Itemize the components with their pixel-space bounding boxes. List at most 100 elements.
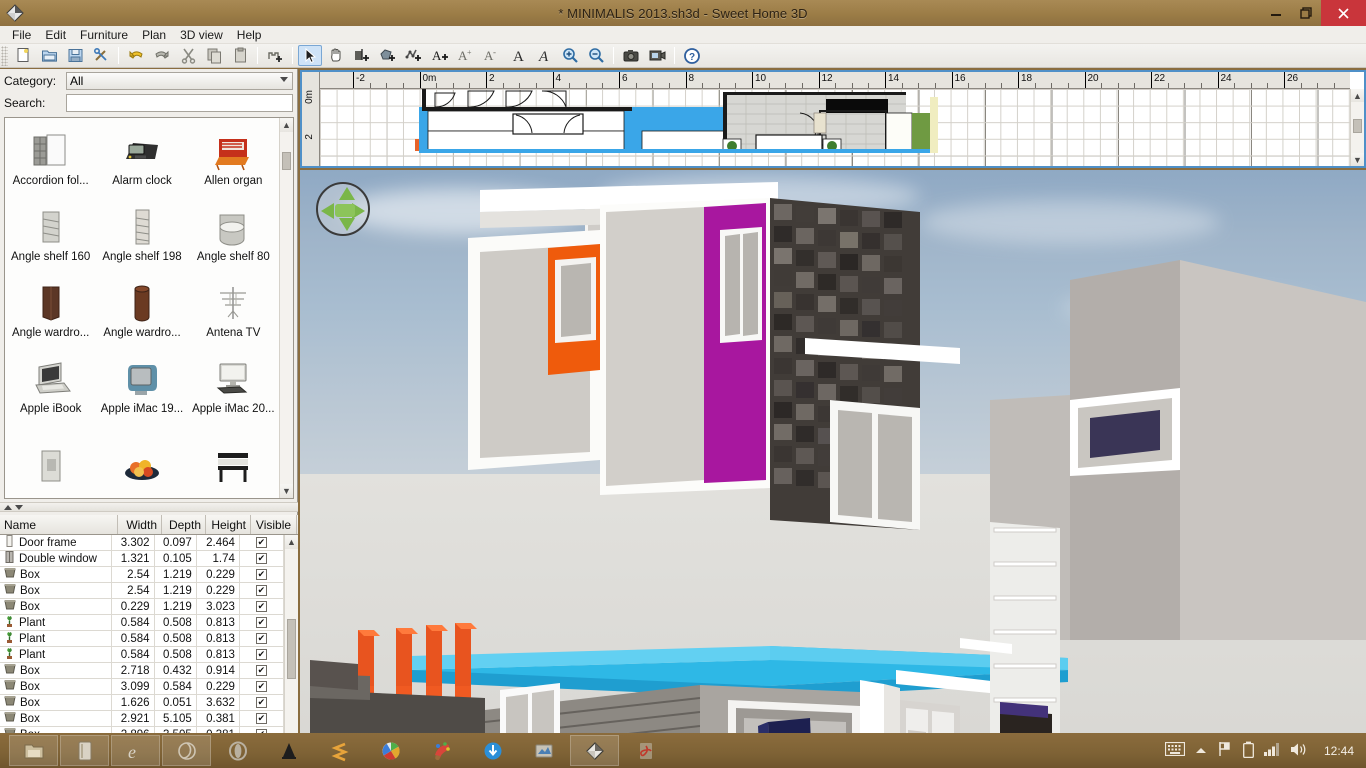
table-row[interactable]: Box1.6260.0513.632✔ (0, 695, 284, 711)
splitter-down-icon[interactable] (15, 505, 23, 510)
video-camera-icon[interactable] (645, 45, 669, 66)
battery-icon[interactable] (1243, 741, 1254, 761)
minimize-button[interactable] (1261, 0, 1291, 26)
chevron-up-icon[interactable] (1195, 744, 1207, 758)
catalog-item[interactable]: Apple iMac 19... (96, 346, 187, 416)
close-button[interactable] (1321, 0, 1366, 26)
cell-visible[interactable]: ✔ (240, 551, 284, 566)
panel-splitter[interactable] (0, 502, 298, 512)
visible-checkbox[interactable]: ✔ (256, 633, 267, 644)
taskbar-photo-viewer[interactable] (366, 735, 415, 766)
add-furniture-icon[interactable] (263, 45, 287, 66)
category-select[interactable]: All (66, 72, 293, 90)
visible-checkbox[interactable]: ✔ (256, 649, 267, 660)
visible-checkbox[interactable]: ✔ (256, 553, 267, 564)
taskbar-file-explorer[interactable] (9, 735, 58, 766)
catalog-item[interactable]: Angle wardro... (96, 270, 187, 340)
column-header-depth[interactable]: Depth (162, 515, 206, 534)
catalog-item[interactable]: Apple iMac 20... (188, 346, 279, 416)
arrow-cursor-icon[interactable] (298, 45, 322, 66)
cell-visible[interactable]: ✔ (240, 647, 284, 662)
toolbar-grip[interactable] (1, 46, 8, 66)
catalog-item[interactable]: Angle shelf 160 (5, 194, 96, 264)
navigation-compass-icon[interactable] (316, 182, 370, 236)
create-polyline-icon[interactable] (402, 45, 426, 66)
cell-visible[interactable]: ✔ (240, 535, 284, 550)
scroll-up-icon[interactable]: ▲ (1351, 89, 1364, 102)
table-row[interactable]: Door frame3.3020.0972.464✔ (0, 535, 284, 551)
menu-help[interactable]: Help (230, 26, 269, 44)
compass-down-arrow[interactable] (339, 218, 355, 231)
table-row[interactable]: Box3.0990.5840.229✔ (0, 679, 284, 695)
catalog-item[interactable] (188, 422, 279, 492)
keyboard-icon[interactable] (1165, 742, 1185, 759)
column-header-height[interactable]: Height (206, 515, 251, 534)
taskbar-clock[interactable]: 12:44 (1318, 744, 1360, 758)
cell-visible[interactable]: ✔ (240, 615, 284, 630)
taskbar-firefox[interactable] (162, 735, 211, 766)
scrollbar-thumb[interactable] (1353, 119, 1362, 133)
cell-visible[interactable]: ✔ (240, 695, 284, 710)
question-mark-icon[interactable]: ? (680, 45, 704, 66)
taskbar-internet-explorer[interactable]: e (111, 735, 160, 766)
visible-checkbox[interactable]: ✔ (256, 665, 267, 676)
taskbar-sweet-home-3d[interactable] (570, 735, 619, 766)
speaker-icon[interactable] (1290, 742, 1308, 760)
taskbar-opera[interactable] (213, 735, 262, 766)
compass-center[interactable] (335, 204, 355, 217)
visible-checkbox[interactable]: ✔ (256, 681, 267, 692)
hand-icon[interactable] (324, 45, 348, 66)
bold-A-icon[interactable]: A (506, 45, 530, 66)
new-document-icon[interactable] (11, 45, 35, 66)
search-input[interactable] (66, 94, 293, 112)
italic-A-icon[interactable]: A (532, 45, 556, 66)
3d-view[interactable] (300, 170, 1366, 733)
magnifier-minus-icon[interactable] (584, 45, 608, 66)
catalog-item[interactable]: Angle shelf 80 (188, 194, 279, 264)
catalog-item[interactable]: Alarm clock (96, 118, 187, 188)
save-disk-icon[interactable] (63, 45, 87, 66)
taskbar-utorrent[interactable] (264, 735, 313, 766)
table-row[interactable]: Box2.541.2190.229✔ (0, 567, 284, 583)
table-row[interactable]: Box2.7180.4320.914✔ (0, 663, 284, 679)
menu-file[interactable]: File (5, 26, 38, 44)
scissors-icon[interactable] (176, 45, 200, 66)
create-wall-icon[interactable] (350, 45, 374, 66)
compass-left-arrow[interactable] (321, 203, 334, 219)
scrollbar-thumb[interactable] (287, 619, 296, 679)
scroll-up-icon[interactable]: ▲ (280, 118, 293, 132)
taskbar-video-editor[interactable] (519, 735, 568, 766)
open-folder-icon[interactable] (37, 45, 61, 66)
camera-icon[interactable] (619, 45, 643, 66)
splitter-up-icon[interactable] (4, 505, 12, 510)
taskbar-media-app[interactable] (60, 735, 109, 766)
visible-checkbox[interactable]: ✔ (256, 601, 267, 612)
cell-visible[interactable]: ✔ (240, 663, 284, 678)
plan-view[interactable]: 0m 2 -20m246810121416182022242628 (300, 70, 1366, 168)
plan-scrollbar[interactable]: ▲ ▼ (1350, 89, 1364, 166)
decrease-text-icon[interactable]: A - (480, 45, 504, 66)
visible-checkbox[interactable]: ✔ (256, 569, 267, 580)
increase-text-icon[interactable]: A + (454, 45, 478, 66)
table-row[interactable]: Plant0.5840.5080.813✔ (0, 647, 284, 663)
cell-visible[interactable]: ✔ (240, 583, 284, 598)
compass-up-arrow[interactable] (339, 187, 355, 200)
cell-visible[interactable]: ✔ (240, 567, 284, 582)
catalog-item[interactable]: Accordion fol... (5, 118, 96, 188)
taskbar-paint[interactable] (417, 735, 466, 766)
scroll-down-icon[interactable]: ▼ (280, 484, 293, 498)
plan-canvas[interactable] (320, 89, 1350, 166)
action-center-flag-icon[interactable] (1217, 741, 1233, 760)
menu-edit[interactable]: Edit (38, 26, 73, 44)
column-header-width[interactable]: Width (118, 515, 162, 534)
clipboard-icon[interactable] (228, 45, 252, 66)
table-row[interactable]: Plant0.5840.5080.813✔ (0, 631, 284, 647)
create-room-icon[interactable] (376, 45, 400, 66)
catalog-item[interactable] (96, 422, 187, 492)
visible-checkbox[interactable]: ✔ (256, 697, 267, 708)
catalog-item[interactable]: Angle wardro... (5, 270, 96, 340)
scroll-down-icon[interactable]: ▼ (1351, 153, 1364, 166)
table-row[interactable]: Box2.9215.1050.381✔ (0, 711, 284, 727)
maximize-button[interactable] (1291, 0, 1321, 26)
scroll-up-icon[interactable]: ▲ (285, 535, 298, 549)
